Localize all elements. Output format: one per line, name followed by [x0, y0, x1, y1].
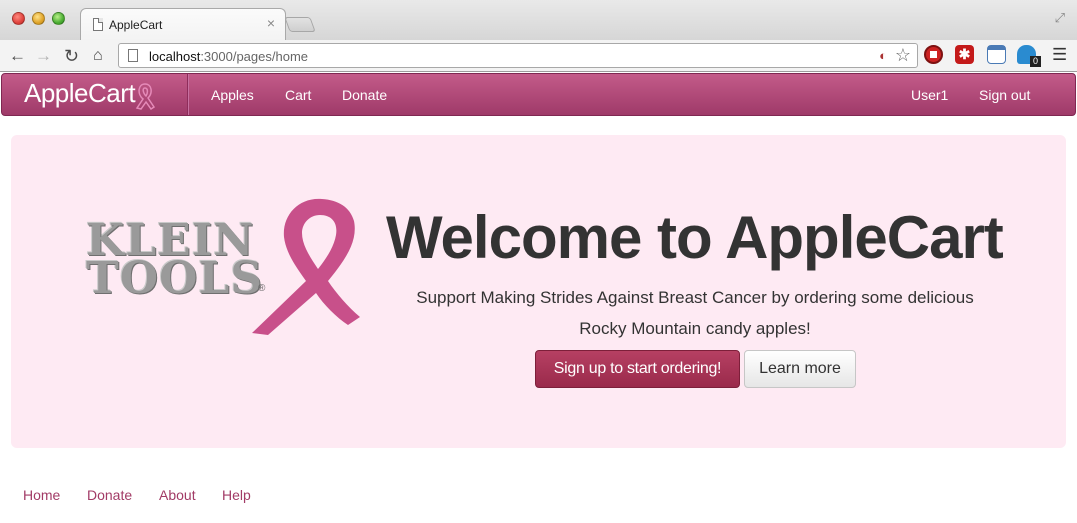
nav-signout[interactable]: Sign out [979, 87, 1030, 103]
url-host: localhost [149, 49, 201, 64]
nav-user[interactable]: User1 [911, 87, 948, 103]
bookmark-star-icon[interactable]: ☆ [895, 45, 911, 66]
browser-toolbar: ← → ↻ ⌂ localhost:3000/pages/home ◐ ☆ ✱ … [0, 40, 1077, 72]
extension-badge: 0 [1030, 56, 1041, 67]
hero-subtitle-line1: Support Making Strides Against Breast Ca… [416, 288, 974, 307]
hero-subtitle: Support Making Strides Against Breast Ca… [395, 282, 995, 344]
forward-arrow-icon[interactable]: → [35, 46, 52, 66]
app-navbar: AppleCart Apples Cart Donate User1 Sign … [1, 73, 1076, 116]
hero-title: Welcome to AppleCart [386, 204, 1004, 271]
close-window-icon[interactable] [12, 12, 25, 25]
page-icon [128, 49, 138, 62]
browser-tab[interactable]: AppleCart × [80, 8, 286, 41]
footer-home-link[interactable]: Home [23, 487, 60, 503]
menu-icon[interactable]: ☰ [1052, 46, 1067, 64]
fullscreen-icon[interactable]: ⤢ [1055, 10, 1065, 26]
klein-tools-logo: KLEIN TOOLS ® [86, 197, 366, 342]
tab-close-icon[interactable]: × [267, 15, 275, 31]
reload-icon[interactable]: ↻ [64, 46, 79, 66]
tab-title: AppleCart [109, 18, 163, 32]
nav-divider [187, 74, 188, 115]
url-text[interactable]: localhost:3000/pages/home [149, 49, 308, 64]
zoom-window-icon[interactable] [52, 12, 65, 25]
nav-donate[interactable]: Donate [342, 87, 387, 103]
footer-about-link[interactable]: About [159, 487, 196, 503]
home-icon[interactable]: ⌂ [93, 46, 103, 66]
nav-cart[interactable]: Cart [285, 87, 311, 103]
signup-button[interactable]: Sign up to start ordering! [535, 350, 740, 388]
nav-apples[interactable]: Apples [211, 87, 254, 103]
address-bar[interactable]: localhost:3000/pages/home ◐ ☆ [118, 43, 918, 68]
lastpass-icon[interactable]: ✱ [955, 45, 974, 64]
pink-ribbon-icon [252, 198, 360, 335]
extension-action-icon[interactable]: ◐ [879, 48, 887, 63]
logo-line2: TOOLS [86, 253, 264, 304]
brand-link[interactable]: AppleCart [24, 78, 136, 109]
page-icon [93, 18, 103, 31]
footer-help-link[interactable]: Help [222, 487, 251, 503]
window-extension-icon[interactable] [987, 45, 1006, 64]
url-path: :3000/pages/home [200, 49, 309, 64]
ribbon-icon [134, 82, 156, 116]
hero-subtitle-line2: Rocky Mountain candy apples! [579, 319, 811, 338]
back-arrow-icon[interactable]: ← [9, 46, 26, 66]
browser-titlebar: AppleCart × ⤢ [0, 0, 1077, 41]
minimize-window-icon[interactable] [32, 12, 45, 25]
adblock-icon[interactable] [924, 45, 943, 64]
learn-more-button[interactable]: Learn more [744, 350, 856, 388]
footer-donate-link[interactable]: Donate [87, 487, 132, 503]
new-tab-button[interactable] [284, 17, 316, 32]
